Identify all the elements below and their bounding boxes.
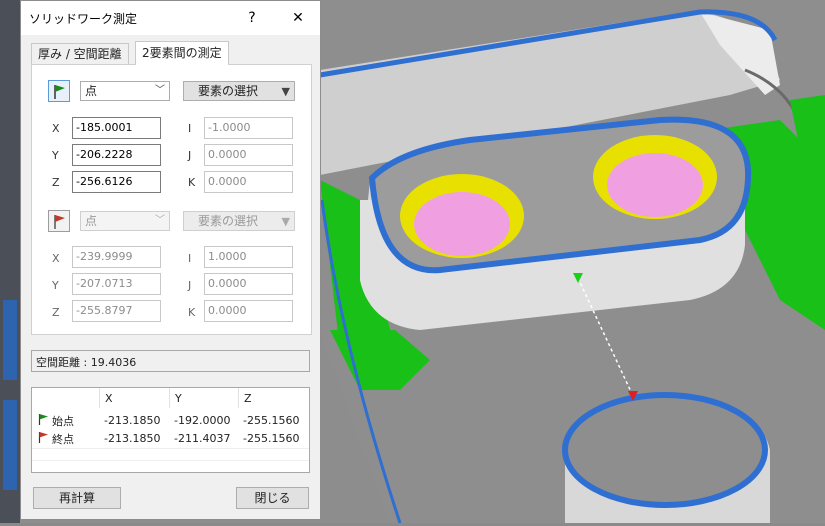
- distance-text: 空間距離 : 19.4036: [36, 356, 137, 369]
- start-j-field: 0.0000: [204, 144, 293, 166]
- table-cell-z: -255.1560: [243, 414, 300, 427]
- measure-dialog: ソリッドワーク測定 ? ✕ 厚み / 空間距離 2要素間の測定 点 ﹀ 要素の選…: [20, 0, 321, 520]
- start-j-label: J: [188, 149, 192, 162]
- table-header-x: X: [100, 388, 170, 408]
- start-z-label: Z: [52, 176, 60, 189]
- help-button[interactable]: ?: [240, 7, 264, 29]
- tab-panel: 点 ﹀ 要素の選択 ▼ X -185.0001 Y -206.2228 Z -2…: [31, 64, 312, 335]
- end-i-field: 1.0000: [204, 246, 293, 268]
- end-type-value: 点: [85, 214, 98, 228]
- tab-thickness-distance[interactable]: 厚み / 空間距離: [31, 43, 129, 64]
- table-cell-x: -213.1850: [104, 432, 161, 445]
- green-flag-icon: [54, 85, 65, 99]
- background-window-edge: [0, 0, 20, 523]
- table-header-blank: [32, 388, 100, 408]
- dropdown-arrow-icon: ▼: [281, 85, 290, 98]
- chevron-down-icon: ﹀: [155, 85, 165, 96]
- green-flag-icon: [38, 414, 48, 425]
- red-flag-icon: [38, 432, 48, 443]
- dialog-title: ソリッドワーク測定: [29, 12, 138, 26]
- red-flag-icon: [54, 215, 65, 229]
- start-i-field: -1.0000: [204, 117, 293, 139]
- end-i-label: I: [188, 252, 192, 265]
- hole-right-bottom: [607, 153, 703, 217]
- result-table: X Y Z 始点 -213.1850 -192.0000 -255.1560 終…: [31, 387, 310, 473]
- start-select-element-button[interactable]: 要素の選択 ▼: [183, 81, 295, 101]
- start-y-field[interactable]: -206.2228: [72, 144, 161, 166]
- start-y-label: Y: [52, 149, 59, 162]
- start-k-label: K: [188, 176, 196, 189]
- title-bar: ソリッドワーク測定 ? ✕: [21, 1, 320, 35]
- start-select-element-label: 要素の選択: [198, 84, 259, 98]
- start-x-label: X: [52, 122, 60, 135]
- table-header-y: Y: [170, 388, 239, 408]
- recalculate-button[interactable]: 再計算: [33, 487, 121, 509]
- start-x-field[interactable]: -185.0001: [72, 117, 161, 139]
- table-row-label: 始点: [52, 415, 74, 428]
- distance-readout: 空間距離 : 19.4036: [31, 350, 310, 372]
- end-select-element-label: 要素の選択: [198, 214, 259, 228]
- close-icon[interactable]: ✕: [286, 7, 310, 29]
- chevron-down-icon: ﹀: [155, 215, 165, 226]
- end-j-field: 0.0000: [204, 273, 293, 295]
- table-cell-z: -255.1560: [243, 432, 300, 445]
- start-k-field: 0.0000: [204, 171, 293, 193]
- tab-two-element-measure[interactable]: 2要素間の測定: [135, 41, 229, 65]
- end-x-label: X: [52, 252, 60, 265]
- end-select-element-button: 要素の選択 ▼: [183, 211, 295, 231]
- start-flag-button[interactable]: [48, 80, 70, 102]
- end-k-label: K: [188, 306, 196, 319]
- start-type-value: 点: [85, 84, 98, 98]
- table-header-z: Z: [244, 392, 252, 405]
- start-i-label: I: [188, 122, 192, 135]
- start-z-field[interactable]: -256.6126: [72, 171, 161, 193]
- end-z-label: Z: [52, 306, 60, 319]
- close-button[interactable]: 閉じる: [236, 487, 309, 509]
- table-cell-y: -192.0000: [174, 414, 231, 427]
- start-type-select[interactable]: 点 ﹀: [80, 81, 170, 101]
- dropdown-arrow-icon: ▼: [281, 215, 290, 228]
- table-row-label: 終点: [52, 433, 74, 446]
- end-x-field: -239.9999: [72, 246, 161, 268]
- end-z-field: -255.8797: [72, 300, 161, 322]
- end-y-field: -207.0713: [72, 273, 161, 295]
- table-cell-y: -211.4037: [174, 432, 231, 445]
- end-j-label: J: [188, 279, 192, 292]
- end-y-label: Y: [52, 279, 59, 292]
- end-flag-button[interactable]: [48, 210, 70, 232]
- table-cell-x: -213.1850: [104, 414, 161, 427]
- end-type-select: 点 ﹀: [80, 211, 170, 231]
- hole-left-bottom: [414, 192, 510, 256]
- end-k-field: 0.0000: [204, 300, 293, 322]
